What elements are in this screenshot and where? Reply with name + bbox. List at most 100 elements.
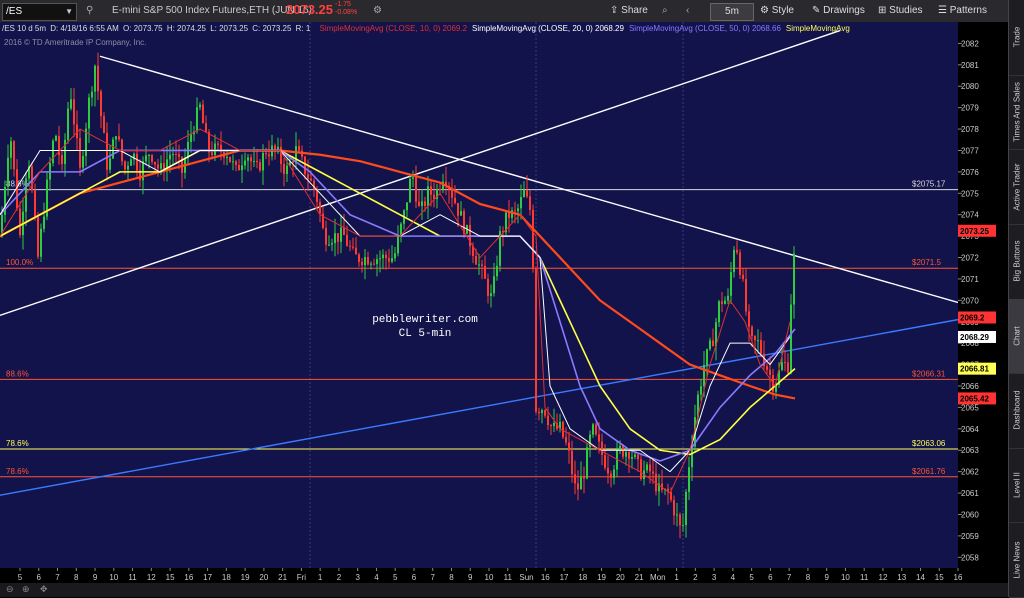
candle-body [52, 140, 54, 163]
study-label[interactable]: SimpleMovingAvg (CLOSE, 20, 0) 2068.29 [472, 24, 624, 33]
x-tick-label: 11 [860, 573, 869, 582]
x-tick-label: 1 [674, 573, 679, 582]
candle-body [415, 177, 417, 202]
candle-body [169, 154, 171, 160]
candle-body [793, 253, 795, 305]
candle-body [727, 295, 729, 301]
candle-body [547, 415, 549, 426]
candle-body [376, 259, 378, 265]
candle-body [310, 178, 312, 181]
candle-body [43, 216, 45, 229]
candle-body [730, 272, 732, 296]
candle-body [544, 410, 546, 416]
candle-body [484, 265, 486, 279]
candle-body [73, 99, 75, 125]
study-list: SimpleMovingAvg (CLOSE, 10, 0) 2069.2 Sim… [315, 24, 850, 33]
candle-body [577, 483, 579, 490]
fib-level-label: 100.0% [6, 258, 33, 267]
candle-body [274, 145, 276, 150]
zoom-out-icon[interactable]: ⊖ [6, 584, 14, 595]
candle-body [790, 304, 792, 373]
candle-body [214, 143, 216, 156]
sidebar-tab-times-and-sales[interactable]: Times And Sales [1009, 75, 1024, 151]
info-open: O: 2073.75 [123, 24, 163, 33]
candle-body [175, 154, 177, 156]
candle-body [517, 208, 519, 212]
y-tick-label: 2077 [961, 146, 979, 155]
candle-body [496, 265, 498, 277]
candle-body [520, 197, 522, 209]
price-tag-label: 2068.29 [960, 333, 989, 342]
x-tick-label: 7 [430, 573, 435, 582]
study-label[interactable]: SimpleMovingAvg (CLOSE, 10, 0) 2069.2 [320, 24, 467, 33]
sidebar-tab-active-trader[interactable]: Active Trader [1009, 149, 1024, 225]
candle-body [592, 424, 594, 435]
sidebar-tab-label: Dashboard [1012, 390, 1022, 431]
candle-body [235, 161, 237, 166]
candle-body [412, 177, 414, 179]
y-tick-label: 2078 [961, 125, 979, 134]
candle-body [607, 467, 609, 474]
y-tick-label: 2061 [961, 489, 979, 498]
candle-body [34, 190, 36, 218]
candle-body [100, 91, 102, 117]
candle-body [55, 136, 57, 141]
x-tick-label: 8 [74, 573, 79, 582]
bottom-toolbar: ⊖ ⊕ ✥ [0, 583, 1008, 597]
candle-body [232, 161, 234, 163]
sidebar-tab-chart[interactable]: Chart [1009, 298, 1024, 375]
candle-body [337, 233, 339, 242]
sidebar-tab-trade[interactable]: Trade [1009, 0, 1024, 76]
candle-body [769, 369, 771, 376]
x-tick-label: 20 [616, 573, 625, 582]
candle-body [91, 91, 93, 98]
candle-body [562, 421, 564, 438]
pan-icon[interactable]: ✥ [40, 584, 48, 595]
sidebar-tab-big-buttons[interactable]: Big Buttons [1009, 224, 1024, 300]
candle-body [622, 445, 624, 457]
watermark-caption: CL 5-min [399, 328, 452, 340]
candle-body [343, 227, 345, 235]
candle-body [283, 163, 285, 175]
candle-body [751, 326, 753, 337]
sidebar: Trade Times And Sales Active Trader Big But… [1008, 0, 1024, 598]
candle-body [604, 455, 606, 468]
x-tick-label: 15 [166, 573, 175, 582]
x-tick-label: 6 [768, 573, 773, 582]
study-label[interactable]: SimpleMovingAvg [786, 24, 850, 33]
study-label[interactable]: SimpleMovingAvg (CLOSE, 50, 0) 2068.66 [629, 24, 781, 33]
x-tick-label: 19 [597, 573, 606, 582]
candle-body [634, 454, 636, 457]
candle-body [70, 99, 72, 109]
x-tick-label: 3 [355, 573, 360, 582]
candle-body [676, 514, 678, 516]
candle-body [601, 441, 603, 456]
candle-body [718, 301, 720, 323]
x-tick-label: 16 [541, 573, 550, 582]
candle-body [211, 152, 213, 156]
sidebar-tab-level-ii[interactable]: Level II [1009, 448, 1024, 524]
candle-body [37, 217, 39, 257]
candle-body [109, 158, 111, 170]
zoom-in-icon[interactable]: ⊕ [22, 584, 30, 595]
candle-body [628, 451, 630, 459]
sidebar-tab-live-news[interactable]: Live News [1009, 522, 1024, 598]
y-tick-label: 2070 [961, 296, 979, 305]
candle-body [226, 156, 228, 158]
candle-body [583, 476, 585, 479]
candle-body [172, 154, 174, 156]
candle-body [292, 161, 294, 164]
candle-body [754, 336, 756, 341]
sidebar-tab-dashboard[interactable]: Dashboard [1009, 373, 1024, 449]
candle-body [307, 174, 309, 179]
candle-body [268, 154, 270, 157]
x-tick-label: 10 [109, 573, 118, 582]
candle-body [298, 146, 300, 151]
candle-body [571, 450, 573, 475]
candle-body [244, 160, 246, 166]
info-low: L: 2073.25 [210, 24, 249, 33]
candle-body [154, 161, 156, 165]
x-tick-label: 13 [897, 573, 906, 582]
candle-body [286, 165, 288, 175]
candle-body [40, 228, 42, 257]
